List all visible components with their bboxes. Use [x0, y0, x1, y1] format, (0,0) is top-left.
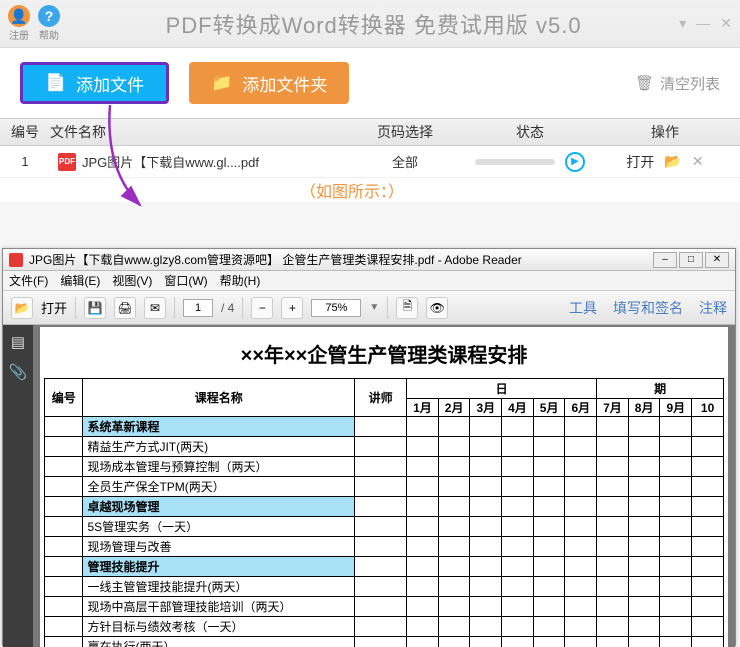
- adobe-titlebar: JPG图片【下载自www.glzy8.com管理资源吧】 企管生产管理类课程安排…: [3, 249, 735, 271]
- document-title: ××年××企管生产管理类课程安排: [44, 333, 724, 378]
- zoom-in-icon[interactable]: +: [281, 297, 303, 319]
- th-month: 10: [692, 399, 724, 417]
- adobe-sidebar: ▤ 📎: [3, 325, 33, 647]
- open-button[interactable]: 打开: [626, 152, 654, 172]
- adobe-fill-tab[interactable]: 填写和签名: [613, 298, 683, 318]
- menu-file[interactable]: 文件(F): [9, 272, 48, 289]
- course-row: 一线主管管理技能提升(两天）: [45, 577, 724, 597]
- add-folder-button[interactable]: 📁 添加文件夹: [189, 62, 349, 104]
- col-status: 状态: [470, 122, 590, 142]
- titlebar: 👤 注册 ? 帮助 PDF转换成Word转换器 免费试用版 v5.0 ▾ — ✕: [0, 0, 740, 48]
- course-row: 现场管理与改善: [45, 537, 724, 557]
- course-row: 管理技能提升: [45, 557, 724, 577]
- menu-icon[interactable]: ▾: [679, 15, 686, 32]
- col-op: 操作: [590, 122, 740, 142]
- folder-icon: 📁: [211, 73, 232, 93]
- adobe-app-icon: [9, 253, 23, 267]
- th-num: 编号: [45, 379, 83, 417]
- zoom-out-icon[interactable]: −: [251, 297, 273, 319]
- file-row[interactable]: 1 PDF JPG图片【下载自www.gl....pdf 全部 ▶ 打开 📂 ✕: [0, 146, 740, 178]
- col-name: 文件名称: [50, 122, 340, 142]
- th-month: 4月: [502, 399, 534, 417]
- th-month: 1月: [407, 399, 439, 417]
- course-row: 系统革新课程: [45, 417, 724, 437]
- zoom-dropdown-icon[interactable]: ▼: [369, 302, 379, 313]
- th-month: 6月: [565, 399, 597, 417]
- th-month: 5月: [533, 399, 565, 417]
- course-row: 现场中高层干部管理技能培训（两天）: [45, 597, 724, 617]
- mail-icon[interactable]: ✉: [144, 297, 166, 319]
- pdf-icon: PDF: [58, 153, 76, 171]
- adobe-tools-tab[interactable]: 工具: [569, 298, 597, 318]
- folder-open-icon[interactable]: 📂: [664, 153, 681, 170]
- course-row: 卓越现场管理: [45, 497, 724, 517]
- trash-icon: 🗑: [635, 74, 654, 92]
- th-day: 日: [407, 379, 597, 399]
- th-lecturer: 讲师: [355, 379, 407, 417]
- column-headers: 编号 文件名称 页码选择 状态 操作: [0, 118, 740, 146]
- main-toolbar: 📄 添加文件 📁 添加文件夹 🗑 清空列表: [0, 48, 740, 118]
- annotation-text: （如图所示：）: [0, 178, 740, 202]
- print-icon[interactable]: 🖨: [114, 297, 136, 319]
- play-button[interactable]: ▶: [565, 152, 585, 172]
- open-icon[interactable]: 📂: [11, 297, 33, 319]
- document-page: ××年××企管生产管理类课程安排 编号 课程名称 讲师 日 期 1月2月3月4月…: [40, 327, 728, 647]
- thumbnails-icon[interactable]: ▤: [11, 333, 25, 351]
- remove-icon[interactable]: ✕: [692, 153, 704, 170]
- th-month: 2月: [438, 399, 470, 417]
- row-ops: 打开 📂 ✕: [590, 152, 740, 172]
- adobe-document-area[interactable]: ××年××企管生产管理类课程安排 编号 课程名称 讲师 日 期 1月2月3月4月…: [33, 325, 735, 647]
- attachment-icon[interactable]: 📎: [9, 363, 28, 381]
- course-row: 现场成本管理与预算控制（两天）: [45, 457, 724, 477]
- col-page: 页码选择: [340, 122, 470, 142]
- app-title: PDF转换成Word转换器 免费试用版 v5.0: [68, 8, 679, 40]
- tool-icon-2[interactable]: 👁: [426, 297, 448, 319]
- th-course: 课程名称: [83, 379, 355, 417]
- adobe-maximize-icon[interactable]: □: [679, 252, 703, 268]
- adobe-title-text: JPG图片【下载自www.glzy8.com管理资源吧】 企管生产管理类课程安排…: [29, 251, 522, 268]
- close-icon[interactable]: ✕: [720, 15, 732, 32]
- menu-view[interactable]: 视图(V): [112, 272, 152, 289]
- row-name: PDF JPG图片【下载自www.gl....pdf: [50, 152, 340, 171]
- clear-list-button[interactable]: 🗑 清空列表: [635, 73, 720, 94]
- row-page[interactable]: 全部: [340, 152, 470, 171]
- course-row: 5S管理实务（一天）: [45, 517, 724, 537]
- th-month: 3月: [470, 399, 502, 417]
- menu-help[interactable]: 帮助(H): [220, 272, 261, 289]
- menu-window[interactable]: 窗口(W): [164, 272, 207, 289]
- file-icon: 📄: [45, 73, 66, 93]
- add-file-button[interactable]: 📄 添加文件: [20, 62, 169, 104]
- th-month: 8月: [628, 399, 660, 417]
- progress-bar: [475, 159, 555, 165]
- course-row: 方针目标与绩效考核（一天）: [45, 617, 724, 637]
- zoom-input[interactable]: [311, 299, 361, 317]
- page-total: / 4: [221, 301, 234, 315]
- adobe-open-label[interactable]: 打开: [41, 298, 67, 317]
- page-number-input[interactable]: [183, 299, 213, 317]
- adobe-minimize-icon[interactable]: –: [653, 252, 677, 268]
- col-num: 编号: [0, 122, 50, 142]
- register-button[interactable]: 👤 注册: [8, 5, 30, 42]
- tool-icon-1[interactable]: 🗎: [396, 297, 418, 319]
- adobe-menubar: 文件(F) 编辑(E) 视图(V) 窗口(W) 帮助(H): [3, 271, 735, 291]
- course-row: 精益生产方式JIT(两天): [45, 437, 724, 457]
- save-icon[interactable]: 💾: [84, 297, 106, 319]
- th-month: 7月: [597, 399, 629, 417]
- adobe-toolbar: 📂 打开 💾 🖨 ✉ / 4 − + ▼ 🗎 👁 工具 填写和签名 注释: [3, 291, 735, 325]
- course-row: 全员生产保全TPM(两天）: [45, 477, 724, 497]
- menu-edit[interactable]: 编辑(E): [60, 272, 100, 289]
- adobe-comment-tab[interactable]: 注释: [699, 298, 727, 318]
- minimize-icon[interactable]: —: [696, 15, 710, 32]
- row-status: ▶: [470, 152, 590, 172]
- adobe-close-icon[interactable]: ✕: [705, 252, 729, 268]
- course-row: 赢在执行(两天）: [45, 637, 724, 647]
- th-period: 期: [597, 379, 724, 399]
- th-month: 9月: [660, 399, 692, 417]
- adobe-reader-window: JPG图片【下载自www.glzy8.com管理资源吧】 企管生产管理类课程安排…: [2, 248, 736, 646]
- course-table: 编号 课程名称 讲师 日 期 1月2月3月4月5月6月7月8月9月10 系统革新…: [44, 378, 724, 647]
- help-button[interactable]: ? 帮助: [38, 5, 60, 42]
- row-num: 1: [0, 154, 50, 169]
